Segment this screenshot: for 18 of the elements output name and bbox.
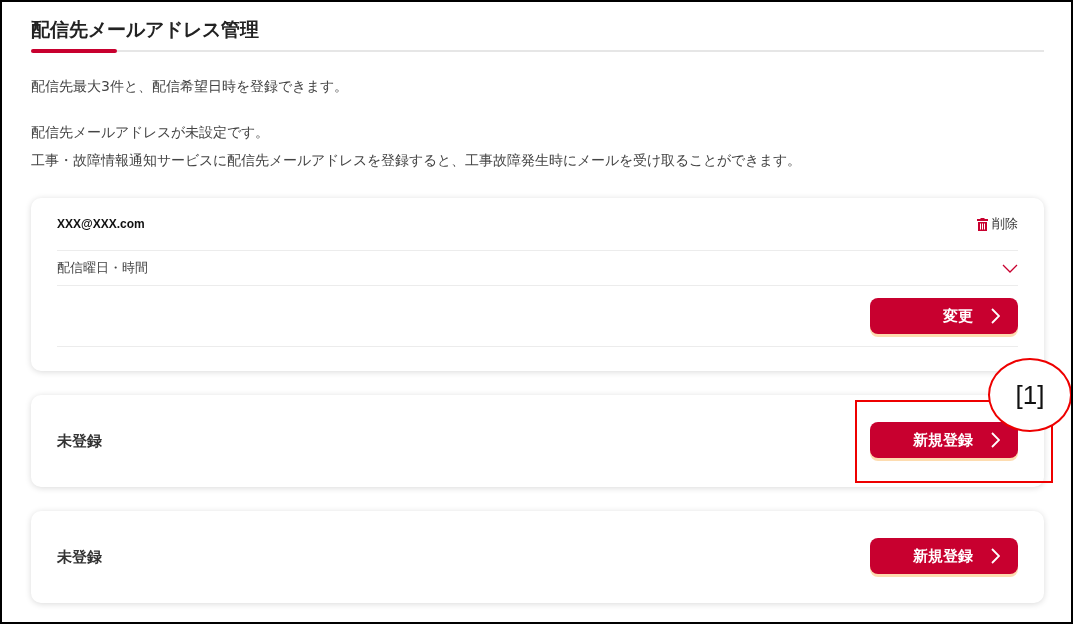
callout-label: [1] <box>988 358 1071 432</box>
chevron-right-icon <box>991 548 1000 564</box>
notice-text: 配信先メールアドレスが未設定です。 <box>31 123 270 142</box>
page-title: 配信先メールアドレス管理 <box>31 17 260 42</box>
delete-button[interactable]: 削除 <box>977 215 1018 233</box>
chevron-down-icon[interactable] <box>1002 263 1018 273</box>
chevron-right-icon <box>991 308 1000 324</box>
chevron-right-icon <box>991 432 1000 448</box>
register-button[interactable]: 新規登録 <box>870 538 1018 574</box>
trash-icon <box>977 217 988 231</box>
intro-text: 配信先最大3件と、配信希望日時を登録できます。 <box>31 77 349 96</box>
status-label: 未登録 <box>57 431 102 451</box>
notice-text: 工事・故障情報通知サービスに配信先メールアドレスを登録すると、工事故障発生時にメールを受け取ることができます。 <box>31 151 802 170</box>
email-address: XXX@XXX.com <box>57 217 145 231</box>
status-label: 未登録 <box>57 547 102 567</box>
change-button[interactable]: 変更 <box>870 298 1018 334</box>
register-button[interactable]: 新規登録 <box>870 422 1018 458</box>
schedule-label: 配信曜日・時間 <box>57 259 148 277</box>
